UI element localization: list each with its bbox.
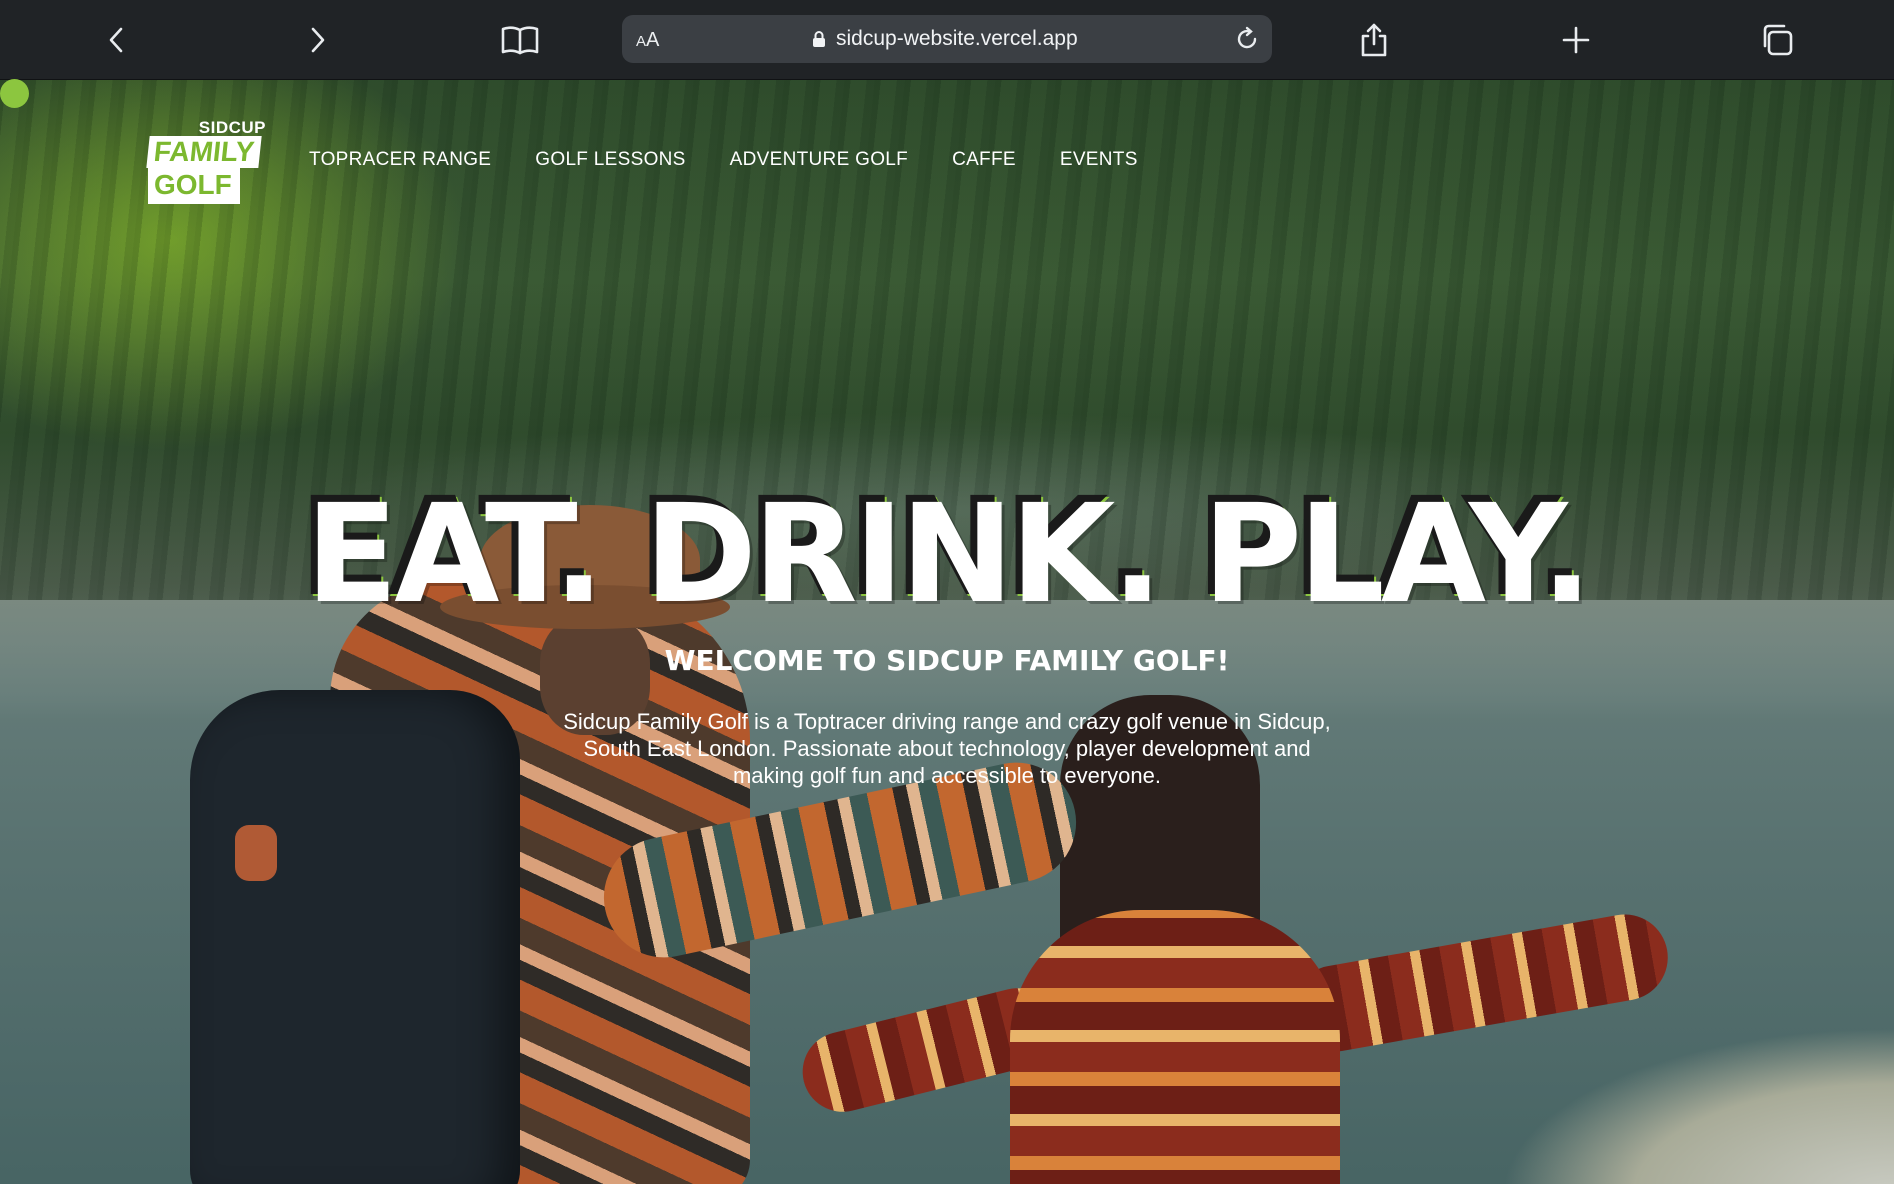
- nav-item-golf-lessons[interactable]: GOLF LESSONS: [535, 149, 685, 171]
- share-icon: [1361, 23, 1387, 57]
- url-text: sidcup-website.vercel.app: [836, 27, 1078, 50]
- bookmarks-icon: [501, 26, 539, 55]
- tabs-overview-button[interactable]: [1751, 14, 1803, 66]
- url-display[interactable]: sidcup-website.vercel.app: [812, 27, 1078, 51]
- nav-item-adventure-golf[interactable]: ADVENTURE GOLF: [730, 149, 908, 171]
- logo-family-text: FAMILY: [146, 136, 262, 168]
- back-icon: [109, 27, 123, 53]
- backpack-image: [190, 690, 520, 1184]
- nav-item-topracer-range[interactable]: TOPRACER RANGE: [309, 149, 491, 171]
- nav-item-caffe[interactable]: CAFFE: [952, 149, 1016, 171]
- new-tab-button[interactable]: [1550, 14, 1602, 66]
- main-nav: TOPRACER RANGE GOLF LESSONS ADVENTURE GO…: [309, 149, 1138, 171]
- reload-icon: [1237, 26, 1257, 49]
- reload-button[interactable]: [1232, 24, 1262, 54]
- backpack-patch-image: [235, 825, 277, 881]
- bookmarks-button[interactable]: [494, 14, 546, 66]
- woman-sweater-image: [1010, 910, 1340, 1184]
- address-bar[interactable]: AA sidcup-website.vercel.app: [622, 15, 1272, 63]
- hero-subtitle: WELCOME TO SIDCUP FAMILY GOLF!: [664, 644, 1230, 677]
- logo-golf-text: GOLF: [148, 168, 240, 204]
- logo-sidcup-text: SIDCUP: [198, 118, 266, 137]
- forward-icon: [311, 27, 325, 53]
- hero-headline: EAT. DRINK. PLAY.: [305, 476, 1592, 634]
- share-button[interactable]: [1348, 14, 1400, 66]
- browser-toolbar: AA sidcup-website.vercel.app: [0, 0, 1894, 80]
- site-logo[interactable]: SIDCUP FAMILY GOLF: [146, 118, 266, 206]
- new-tab-icon: [1562, 26, 1590, 54]
- tabs-icon: [1763, 24, 1793, 56]
- cursor-dot: [0, 79, 29, 108]
- forward-button[interactable]: [291, 14, 343, 66]
- nav-item-events[interactable]: EVENTS: [1060, 149, 1138, 171]
- hero-description: Sidcup Family Golf is a Toptracer drivin…: [563, 709, 1331, 788]
- reader-mode-button[interactable]: AA: [636, 29, 659, 52]
- back-button[interactable]: [91, 14, 143, 66]
- lock-icon: [813, 31, 825, 47]
